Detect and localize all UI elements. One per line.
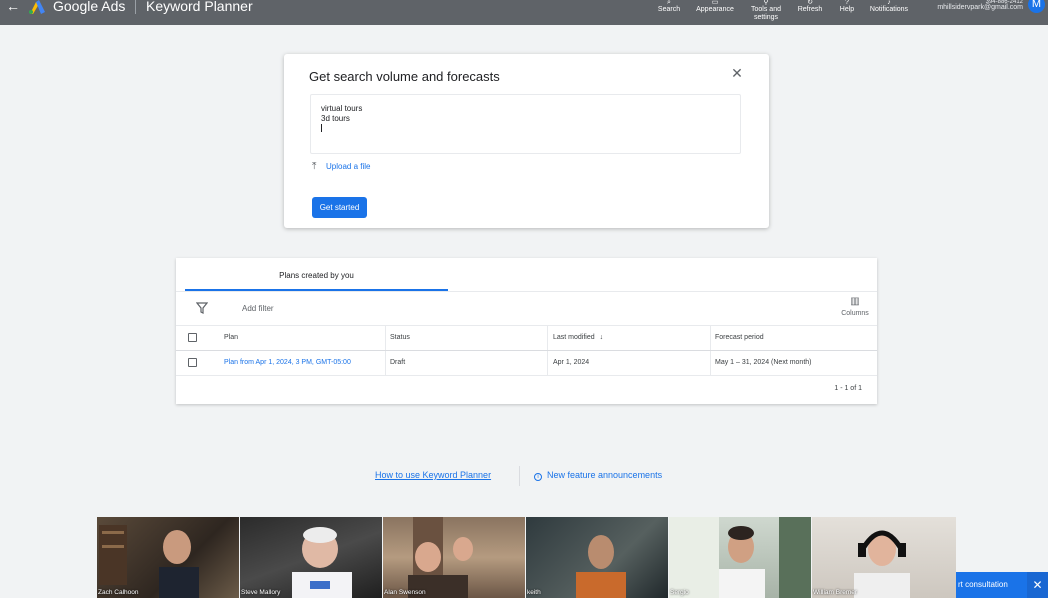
- participant-video: [669, 517, 811, 598]
- tab-plans-created-by-you[interactable]: Plans created by you: [185, 258, 448, 291]
- participant-name: Alan Swenson: [384, 589, 426, 596]
- header-top-line: [176, 325, 877, 326]
- video-tile[interactable]: keith: [526, 517, 668, 598]
- table-bottom-line: [176, 375, 877, 376]
- top-app-bar: ← Google Ads Keyword Planner ⌕ Search ▭ …: [0, 0, 1048, 25]
- pagination-summary: 1 - 1 of 1: [834, 385, 862, 392]
- column-header-last-modified[interactable]: Last modified ↓: [553, 326, 603, 350]
- back-arrow-icon[interactable]: ←: [6, 0, 20, 14]
- plan-forecast-period: May 1 – 31, 2024 (Next month): [715, 359, 812, 366]
- get-started-button[interactable]: Get started: [312, 197, 367, 218]
- video-tile[interactable]: Alan Swenson: [383, 517, 525, 598]
- account-info[interactable]: 394-886-2412 mhillsidervpark@gmail.com: [925, 0, 1023, 12]
- video-tile[interactable]: William Bremer: [812, 517, 956, 598]
- video-tile[interactable]: Zach Calhoon: [97, 517, 239, 598]
- plan-status: Draft: [390, 359, 406, 366]
- participant-video: [292, 527, 352, 598]
- tools-settings-label: Tools and settings: [751, 6, 781, 21]
- tab-divider: [176, 291, 877, 292]
- google-ads-logo-icon: [29, 0, 45, 14]
- columns-label: Columns: [841, 310, 869, 317]
- participant-name: Steve Mallory: [241, 589, 281, 596]
- close-icon[interactable]: ✕: [730, 66, 744, 80]
- column-header-forecast-period[interactable]: Forecast period: [715, 326, 764, 350]
- participant-video: [854, 530, 910, 598]
- upload-file-link[interactable]: ⤒ Upload a file: [312, 161, 370, 172]
- select-all-checkbox[interactable]: [188, 333, 197, 342]
- help-tool-button[interactable]: ? Help: [836, 0, 858, 14]
- new-features-label: New feature announcements: [547, 470, 663, 480]
- upload-file-label: Upload a file: [326, 162, 371, 171]
- add-filter-button[interactable]: Add filter: [242, 304, 274, 313]
- participant-name: Zach Calhoon: [98, 589, 139, 596]
- close-icon[interactable]: ✕: [1027, 572, 1048, 598]
- video-tile[interactable]: Sergio: [669, 517, 811, 598]
- footer-divider: [519, 466, 520, 486]
- tools-settings-button[interactable]: ⚲ Tools and settings: [746, 0, 786, 22]
- participant-name: William Bremer: [813, 589, 858, 596]
- column-header-plan[interactable]: Plan: [224, 326, 238, 350]
- dialog-title: Get search volume and forecasts: [309, 69, 500, 84]
- video-tile[interactable]: Steve Mallory: [240, 517, 382, 598]
- participant-name: Sergio: [670, 589, 689, 596]
- participant-name: keith: [527, 589, 541, 596]
- help-tool-label: Help: [839, 6, 855, 13]
- row-checkbox[interactable]: [188, 358, 197, 367]
- refresh-tool-button[interactable]: ↻ Refresh: [794, 0, 826, 14]
- search-tool-label: Search: [657, 6, 681, 13]
- header-divider: [135, 0, 136, 14]
- participant-video: [408, 517, 473, 598]
- text-caret: [321, 124, 322, 132]
- plan-name-link[interactable]: Plan from Apr 1, 2024, 3 PM, GMT-05:00: [224, 351, 351, 375]
- info-icon: i: [534, 473, 542, 481]
- search-tool-button[interactable]: ⌕ Search: [654, 0, 684, 14]
- participant-video: [576, 535, 626, 598]
- refresh-tool-label: Refresh: [797, 6, 823, 13]
- columns-icon: ▥: [850, 296, 860, 307]
- avatar[interactable]: M: [1028, 0, 1045, 13]
- participant-video: [99, 525, 199, 598]
- how-to-use-link[interactable]: How to use Keyword Planner: [375, 470, 491, 480]
- upload-icon: ⤒: [312, 161, 317, 172]
- plans-card: Plans created by you Add filter ▥ Column…: [176, 258, 877, 404]
- brand-name[interactable]: Google Ads: [53, 0, 125, 14]
- columns-button[interactable]: ▥ Columns: [838, 296, 872, 320]
- sort-arrow-down-icon: ↓: [599, 334, 604, 341]
- notifications-tool-button[interactable]: ♪ Notifications: [865, 0, 913, 14]
- account-email: mhillsidervpark@gmail.com: [937, 4, 1023, 11]
- search-volume-dialog: Get search volume and forecasts ✕ virtua…: [284, 54, 769, 228]
- appearance-tool-button[interactable]: ▭ Appearance: [692, 0, 738, 14]
- filter-icon[interactable]: [196, 302, 208, 314]
- page-title: Keyword Planner: [146, 0, 253, 14]
- consultation-banner-button[interactable]: rt consultation: [956, 572, 1027, 598]
- keywords-textarea[interactable]: virtual tours 3d tours: [310, 94, 741, 154]
- last-modified-label: Last modified: [553, 334, 595, 341]
- plan-last-modified: Apr 1, 2024: [553, 359, 590, 366]
- new-feature-announcements-link[interactable]: i New feature announcements: [534, 470, 662, 481]
- column-header-status[interactable]: Status: [390, 326, 410, 350]
- keywords-text: virtual tours 3d tours: [321, 104, 363, 123]
- notifications-tool-label: Notifications: [869, 6, 909, 13]
- appearance-tool-label: Appearance: [696, 6, 734, 13]
